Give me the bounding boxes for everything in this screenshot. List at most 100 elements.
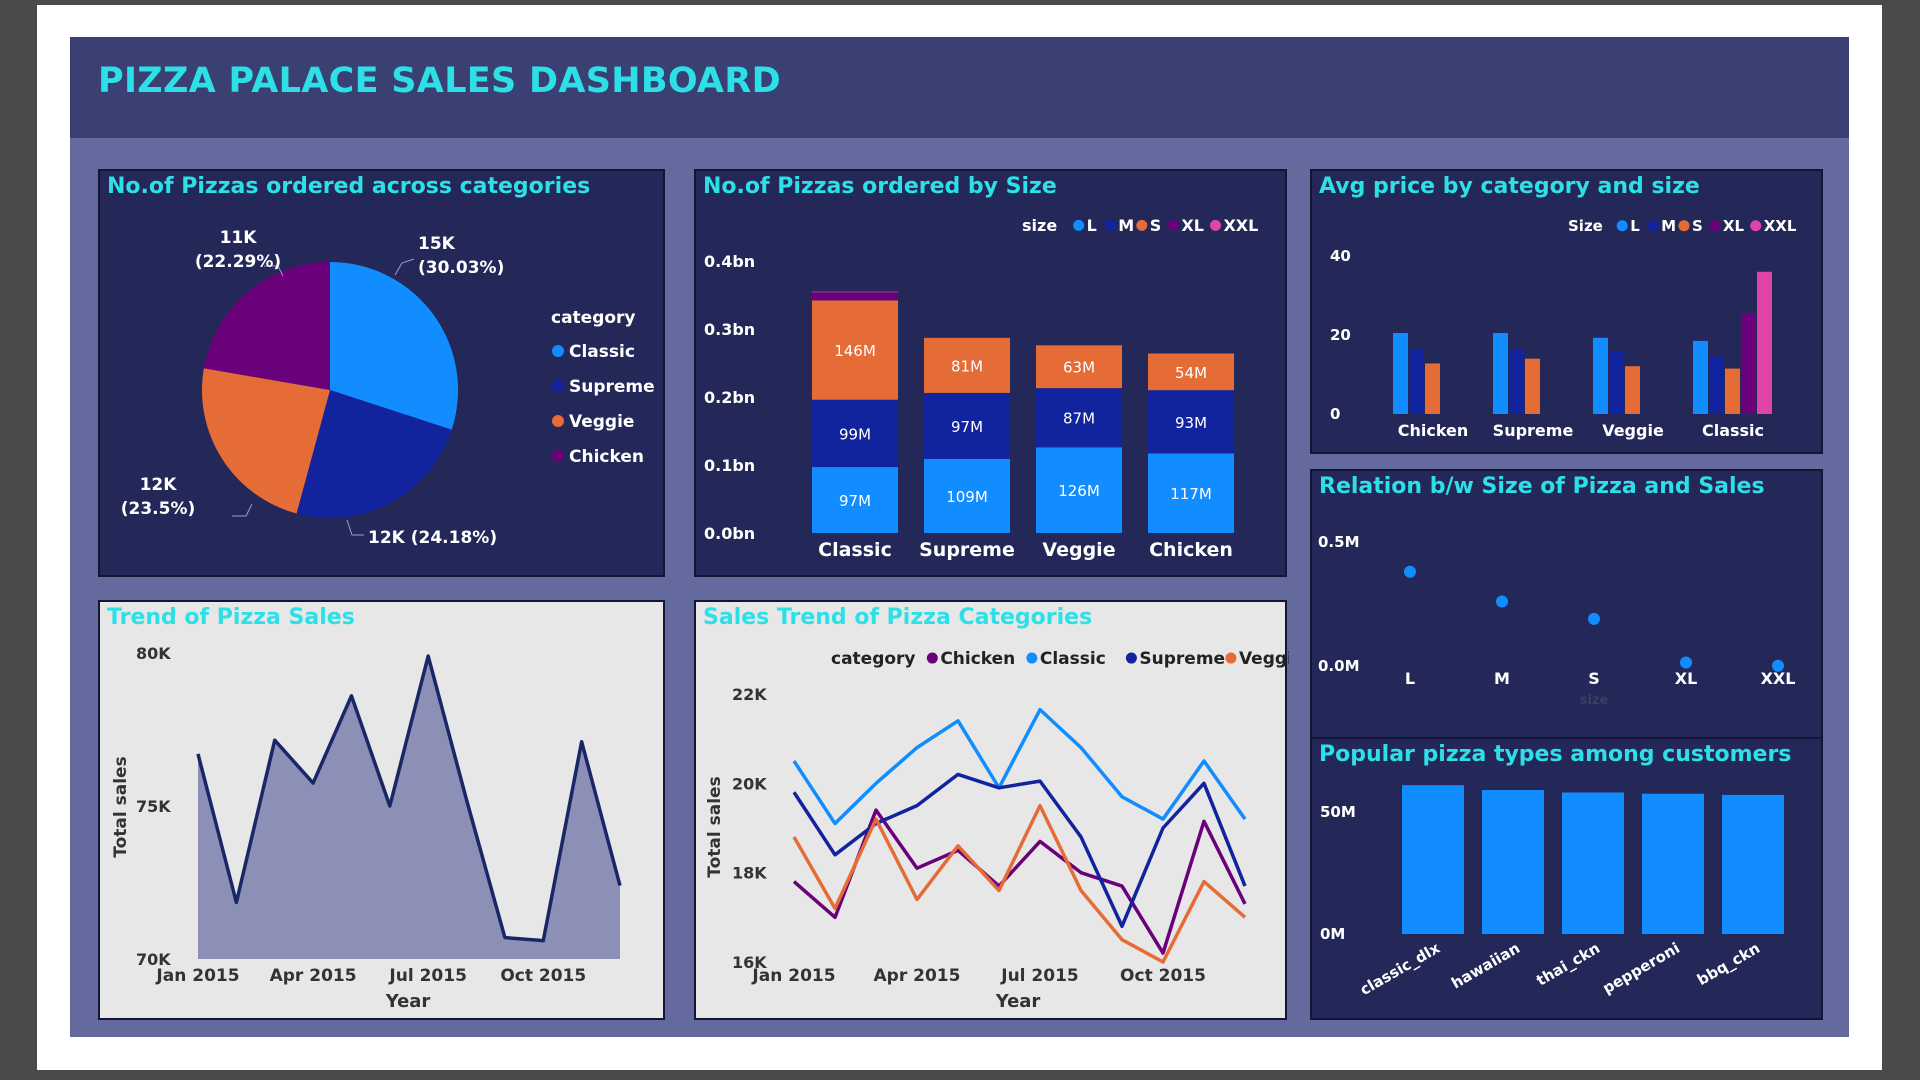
size-x-tick: Chicken [1149,539,1233,561]
cat-x-tick: Apr 2015 [874,966,961,986]
cat-legend-label-veggie: Veggie [1239,649,1289,669]
rel-x-tick: L [1405,669,1415,688]
pie-legend-label-classic: Classic [569,342,635,362]
cat-legend-title: category [831,649,916,669]
rel-x-tick: XL [1675,669,1698,688]
avg-bar-chicken-s [1425,363,1440,414]
avg-bar-chicken-m [1409,348,1424,414]
cat-line-veggie [792,803,1247,964]
avg-legend-label-xxl: XXL [1764,217,1797,235]
pie-legend-label-chicken: Chicken [569,447,644,467]
avg-y-tick: 40 [1330,247,1351,265]
avg-bar-veggie-l [1593,337,1608,414]
avg-bar-chicken-l [1393,333,1408,414]
size-bar-label: 87M [1063,410,1095,428]
avg-legend-label-l: L [1630,217,1640,235]
avg-bar-supreme-l [1493,333,1508,414]
size-legend-label-xl: XL [1181,216,1204,235]
cat-x-tick: Jan 2015 [751,966,835,986]
cat-legend-label-classic: Classic [1040,649,1106,669]
pie-data-label-classic: 15K (30.03%) [418,234,504,278]
avg-y-tick: 0 [1330,405,1340,423]
pie-legend-label-veggie: Veggie [569,412,634,432]
cat-y-tick: 22K [732,685,767,704]
pie-legend-marker-chicken [552,450,564,462]
avg-bar-classic-xxl [1757,271,1772,414]
pop-x-tick: classic_dlx [1357,939,1443,999]
pie-data-label-supreme: 12K (24.18%) [368,528,497,548]
size-chart-svg: 0.0bn 0.1bn 0.2bn 0.3bn 0.4bn size L M S XL XXL 97M… [704,216,1258,561]
pie-chart-svg: 15K (30.03%) 12K (24.18%) 12K (23.5%) 11K (22.… [121,228,655,548]
pop-bar-pepperoni [1642,793,1704,934]
avg-bar-veggie-s [1625,366,1640,414]
size-legend-label-l: L [1087,216,1097,235]
cat-x-axis-title: Year [995,991,1041,1012]
size-legend-marker-s [1136,219,1148,231]
rel-x-tick: M [1494,669,1510,688]
avg-legend-marker-m [1647,220,1659,232]
popular-types-svg: 0M 50M classic_dlx hawaiian thai_cknpepperon… [1320,785,1784,999]
avg-bar-classic-xl [1741,313,1756,414]
avg-legend-marker-l [1616,220,1628,232]
size-legend-title: size [1022,216,1057,235]
pie-legend-label-supreme: Supreme [569,377,655,397]
popular-types-panel[interactable]: Popular pizza types among customers 0M 50… [1310,737,1823,1020]
avg-legend-marker-xl [1709,220,1721,232]
size-x-tick: Supreme [919,539,1015,561]
rel-point-xl [1680,656,1692,669]
avg-price-svg: 0 20 40 Size L M S XL XXL Chicken Supreme Veggie Cla… [1330,217,1797,440]
category-trend-panel[interactable]: Sales Trend of Pizza Categories 16K 18K 20… [694,600,1289,1020]
size-bar-label: 99M [839,425,871,443]
size-bar-label: 109M [946,488,988,506]
avg-legend-label-s: S [1692,217,1703,235]
size-x-tick: Veggie [1042,539,1115,561]
rel-point-l [1404,565,1416,578]
trend-area [198,656,620,959]
size-bar-label: 146M [834,342,876,360]
avg-price-panel[interactable]: Avg price by category and size 0 20 40 Size… [1310,169,1823,454]
avg-legend-label-m: M [1661,217,1676,235]
cat-x-tick: Oct 2015 [1120,966,1206,986]
cat-legend-label-chicken: Chicken [940,649,1015,669]
pop-bar-classic-dlx [1402,785,1464,934]
avg-bar-classic-l [1693,340,1708,414]
cat-legend-marker-chicken [926,652,938,664]
trend-y-tick: 75K [136,797,171,816]
size-bar-label: 117M [1170,485,1212,503]
dashboard-canvas: PIZZA PALACE SALES DASHBOARD No.of Pizza… [70,37,1849,1037]
trend-x-tick: Oct 2015 [500,966,586,986]
dashboard-title: PIZZA PALACE SALES DASHBOARD [98,61,781,101]
size-y-tick: 0.3bn [704,320,755,339]
size-chart-panel[interactable]: No.of Pizzas ordered by Size 0.0bn 0.1bn 0… [694,169,1287,577]
pie-data-label-chicken: 11K (22.29%) [195,228,281,272]
size-y-tick: 0.4bn [704,252,755,271]
trend-panel[interactable]: Trend of Pizza Sales 70K 75K 80K Jan 2015 Ap… [98,600,665,1020]
trend-y-axis-title: Total sales [111,756,131,857]
pop-y-tick: 0M [1320,925,1345,943]
pie-chart-panel[interactable]: No.of Pizzas ordered across categories 1… [98,169,665,577]
size-bar-label: 63M [1063,359,1095,377]
avg-legend-label-xl: XL [1723,217,1745,235]
pie-slice-chicken [203,262,330,390]
cat-y-tick: 18K [732,864,767,883]
size-legend-marker-xl [1167,219,1179,231]
size-legend-label-m: M [1118,216,1134,235]
cat-legend-marker-supreme [1125,652,1137,664]
cat-y-tick: 20K [732,774,767,793]
trend-x-tick: Jan 2015 [155,966,239,986]
size-bar-label: 126M [1058,482,1100,500]
size-bar-label: 97M [951,418,983,436]
pop-bar-bbq-ckn [1722,794,1784,934]
rel-x-tick: XXL [1761,669,1796,688]
size-x-tick: Classic [818,539,892,561]
trend-svg: 70K75K80KJan 2015 Apr 2015 Jul 2015 Oct 201… [111,644,622,1012]
pie-legend-marker-classic [552,345,564,357]
pop-x-tick: hawaiian [1448,939,1523,993]
cat-legend-marker-classic [1026,652,1038,664]
relation-panel[interactable]: Relation b/w Size of Pizza and Sales 0.0… [1310,469,1823,757]
avg-y-tick: 20 [1330,326,1351,344]
rel-y-tick: 0.0M [1318,657,1360,675]
avg-x-tick: Veggie [1602,421,1664,440]
size-bar-classic-xxl [812,291,898,293]
size-y-tick: 0.1bn [704,456,755,475]
